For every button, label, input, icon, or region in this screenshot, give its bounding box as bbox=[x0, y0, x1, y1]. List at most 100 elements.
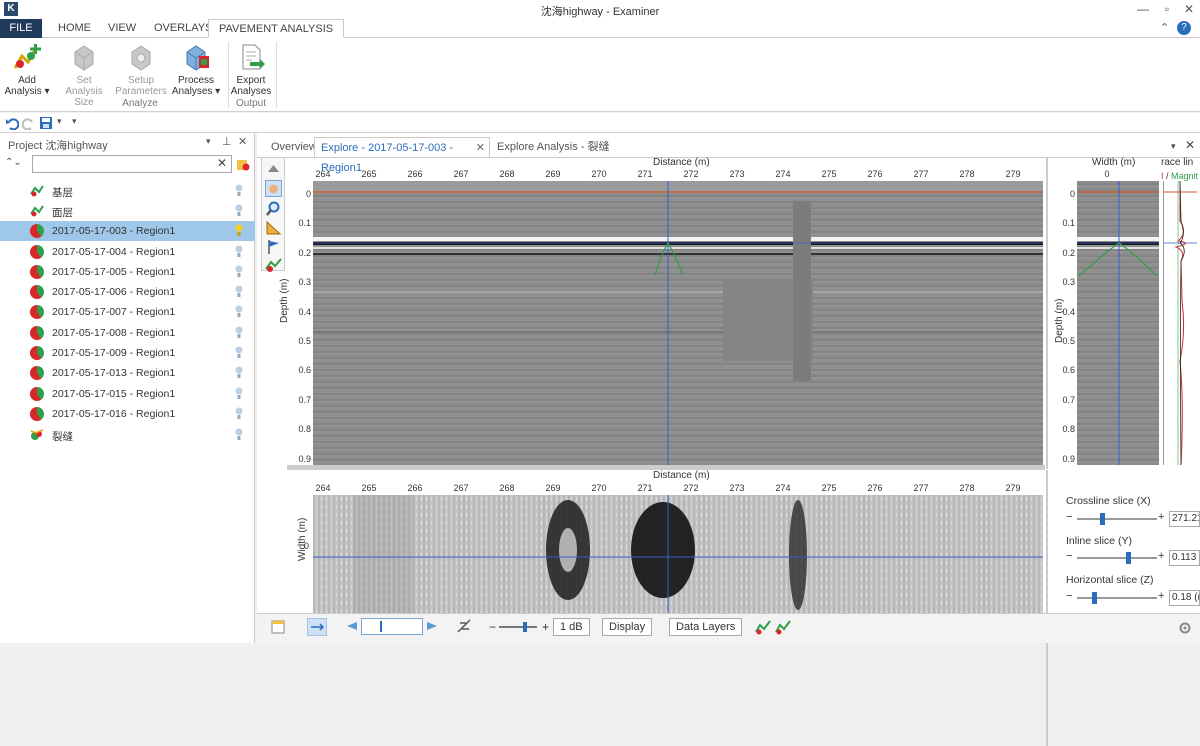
clear-search-icon[interactable]: ✕ bbox=[217, 156, 227, 170]
crossline-minus[interactable]: − bbox=[1066, 511, 1072, 523]
lightbulb-on-icon[interactable] bbox=[235, 224, 243, 237]
help-icon[interactable]: ? bbox=[1177, 21, 1191, 35]
tree-item-region-015[interactable]: 2017-05-17-015 - Region1 bbox=[0, 384, 255, 404]
filter-icon[interactable] bbox=[236, 157, 250, 171]
tree-item-region-006[interactable]: 2017-05-17-006 - Region1 bbox=[0, 282, 255, 302]
pin-icon[interactable]: ⊥ bbox=[222, 135, 232, 148]
setup-parameters-button[interactable]: Setup Parameters bbox=[114, 42, 168, 97]
inline-track[interactable] bbox=[1077, 552, 1157, 564]
collapse-ribbon-icon[interactable]: ⌃ bbox=[1150, 19, 1179, 38]
flag-icon[interactable] bbox=[265, 238, 282, 255]
splitter[interactable] bbox=[1046, 470, 1048, 746]
sync-views-icon[interactable] bbox=[307, 618, 327, 636]
crossline-value-input[interactable]: 271.21 bbox=[1169, 511, 1200, 527]
analysis-tool-icon[interactable] bbox=[265, 256, 282, 273]
inline-slider[interactable]: − + 0.113 bbox=[1063, 550, 1200, 566]
tree-item-region-013[interactable]: 2017-05-17-013 - Region1 bbox=[0, 363, 255, 383]
gain-plus[interactable]: + bbox=[542, 620, 549, 634]
scroll-position-thumb[interactable] bbox=[380, 621, 382, 632]
gpr-plan-view[interactable] bbox=[313, 495, 1043, 613]
crossline-track[interactable] bbox=[1077, 513, 1157, 525]
save-icon[interactable] bbox=[39, 116, 53, 130]
analysis-layer-icon[interactable] bbox=[755, 619, 771, 635]
horizontal-track[interactable] bbox=[1077, 592, 1157, 604]
horizontal-thumb[interactable] bbox=[1092, 592, 1097, 604]
inline-thumb[interactable] bbox=[1125, 552, 1131, 564]
tab-explore-region[interactable]: Explore - 2017-05-17-003 - Region1 ✕ bbox=[314, 137, 490, 174]
measure-icon[interactable] bbox=[265, 219, 282, 236]
minimize-button[interactable]: — bbox=[1132, 1, 1154, 17]
expand-all-icon[interactable]: ⌃⌄ bbox=[5, 157, 22, 168]
data-layers-button[interactable]: Data Layers bbox=[669, 618, 743, 636]
tab-view[interactable]: VIEW bbox=[98, 19, 146, 38]
pan-hand-icon[interactable] bbox=[265, 180, 282, 197]
tree-item-region-008[interactable]: 2017-05-17-008 - Region1 bbox=[0, 323, 255, 343]
layout-icon[interactable] bbox=[271, 620, 285, 634]
scroll-up-icon[interactable] bbox=[265, 160, 282, 177]
gpr-width-profile[interactable] bbox=[1077, 181, 1159, 465]
customize-toolbar-icon[interactable]: ▾ bbox=[72, 116, 77, 127]
gain-curve-icon[interactable] bbox=[457, 619, 471, 633]
tab-home[interactable]: HOME bbox=[48, 19, 101, 38]
gain-minus[interactable]: − bbox=[489, 620, 496, 634]
lightbulb-icon[interactable] bbox=[235, 265, 243, 278]
gain-value[interactable]: 1 dB bbox=[553, 618, 590, 636]
previous-icon[interactable] bbox=[345, 619, 359, 633]
inline-value-input[interactable]: 0.113 bbox=[1169, 550, 1200, 566]
lightbulb-icon[interactable] bbox=[235, 285, 243, 298]
crossline-slider[interactable]: − + 271.21 bbox=[1063, 511, 1200, 527]
tab-file[interactable]: FILE bbox=[0, 19, 42, 38]
close-window-button[interactable]: ✕ bbox=[1178, 1, 1200, 17]
tree-item-region-004[interactable]: 2017-05-17-004 - Region1 bbox=[0, 242, 255, 262]
tabs-dropdown-icon[interactable]: ▾ bbox=[1171, 141, 1176, 152]
gpr-depth-profile[interactable] bbox=[313, 181, 1043, 465]
zoom-icon[interactable] bbox=[265, 200, 282, 217]
lightbulb-icon[interactable] bbox=[235, 346, 243, 359]
lightbulb-icon[interactable] bbox=[235, 366, 243, 379]
lightbulb-icon[interactable] bbox=[235, 204, 243, 217]
export-analyses-button[interactable]: Export Analyses bbox=[224, 42, 278, 97]
process-analyses-button[interactable]: Process Analyses ▾ bbox=[169, 42, 223, 97]
lightbulb-icon[interactable] bbox=[235, 184, 243, 197]
tab-pavement-analysis[interactable]: PAVEMENT ANALYSIS bbox=[208, 19, 345, 38]
project-search-input[interactable] bbox=[32, 155, 232, 173]
set-analysis-size-button[interactable]: Set Analysis Size bbox=[57, 42, 111, 108]
tree-item-region-003[interactable]: 2017-05-17-003 - Region1 bbox=[0, 221, 255, 241]
horizontal-value-input[interactable]: 0.18 (r bbox=[1169, 590, 1200, 606]
settings-icon[interactable] bbox=[1179, 622, 1191, 634]
tree-item-region-009[interactable]: 2017-05-17-009 - Region1 bbox=[0, 343, 255, 363]
add-analysis-button[interactable]: Add Analysis ▾ bbox=[0, 42, 54, 97]
tree-item-mianceng[interactable]: 面层 bbox=[0, 201, 255, 221]
inline-plus[interactable]: + bbox=[1158, 550, 1164, 562]
tree-item-region-016[interactable]: 2017-05-17-016 - Region1 bbox=[0, 404, 255, 424]
lightbulb-icon[interactable] bbox=[235, 245, 243, 258]
tree-item-liefeng[interactable]: 裂缝 bbox=[0, 425, 255, 445]
tree-item-region-007[interactable]: 2017-05-17-007 - Region1 bbox=[0, 302, 255, 322]
crossline-thumb[interactable] bbox=[1099, 513, 1105, 525]
undo-icon[interactable] bbox=[5, 116, 19, 130]
display-button[interactable]: Display bbox=[602, 618, 653, 636]
lightbulb-icon[interactable] bbox=[235, 428, 243, 441]
panel-dropdown-icon[interactable]: ▾ bbox=[206, 136, 211, 147]
horizontal-minus[interactable]: − bbox=[1066, 590, 1072, 602]
lightbulb-icon[interactable] bbox=[235, 407, 243, 420]
close-document-icon[interactable]: ✕ bbox=[1185, 138, 1195, 152]
inline-minus[interactable]: − bbox=[1066, 550, 1072, 562]
trace-plot[interactable] bbox=[1163, 180, 1197, 466]
next-icon[interactable] bbox=[425, 619, 439, 633]
restore-button[interactable]: ▫ bbox=[1156, 1, 1178, 17]
horizontal-slider[interactable]: − + 0.18 (r bbox=[1063, 590, 1200, 606]
analysis-layer-icon[interactable] bbox=[775, 619, 791, 635]
redo-icon[interactable] bbox=[22, 116, 36, 130]
gain-slider-thumb[interactable] bbox=[523, 622, 527, 632]
tab-explore-analysis[interactable]: Explore Analysis - 裂缝 bbox=[491, 137, 615, 157]
horizontal-plus[interactable]: + bbox=[1158, 590, 1164, 602]
lightbulb-icon[interactable] bbox=[235, 387, 243, 400]
gain-slider-track[interactable] bbox=[499, 622, 537, 632]
splitter[interactable] bbox=[1046, 157, 1048, 469]
tree-item-region-005[interactable]: 2017-05-17-005 - Region1 bbox=[0, 262, 255, 282]
tree-item-jiceng[interactable]: 基层 bbox=[0, 181, 255, 201]
panel-close-icon[interactable]: ✕ bbox=[238, 135, 247, 148]
lightbulb-icon[interactable] bbox=[235, 305, 243, 318]
lightbulb-icon[interactable] bbox=[235, 326, 243, 339]
